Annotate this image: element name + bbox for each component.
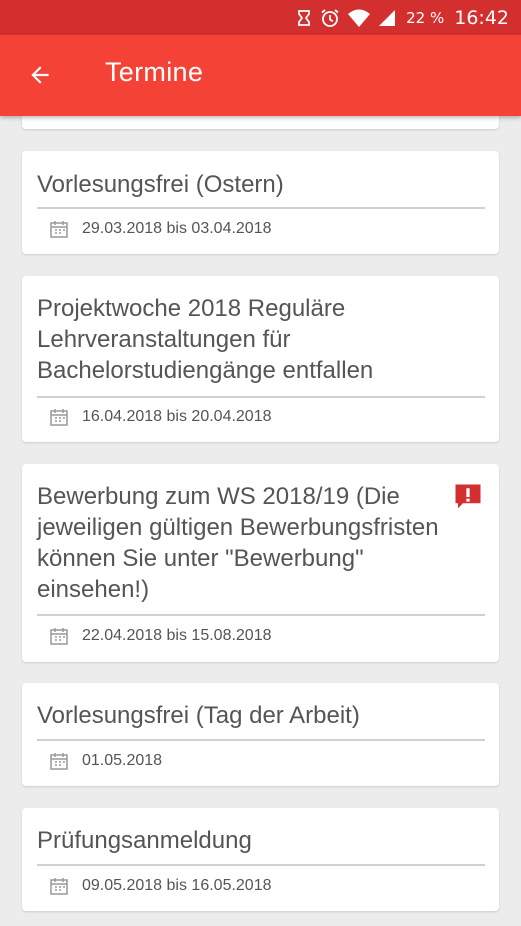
event-card[interactable]: Projektwoche 2018 Reguläre Lehrveranstal…: [22, 276, 499, 442]
calendar-icon: [50, 221, 68, 238]
event-date-text: 16.04.2018 bis 20.04.2018: [82, 408, 272, 425]
calendar-icon: [50, 753, 68, 770]
divider: [37, 864, 485, 866]
event-date-text: 29.03.2018 bis 03.04.2018: [82, 220, 272, 237]
divider: [37, 207, 485, 209]
event-card[interactable]: Prüfungsanmeldung 09.05.2018 bis 16.05.2…: [22, 808, 499, 911]
alarm-icon: [320, 8, 340, 28]
event-date-text: 22.04.2018 bis 15.08.2018: [82, 627, 272, 644]
status-time: 16:42: [454, 6, 509, 29]
status-bar: 22 % 16:42: [0, 0, 521, 35]
important-alert-icon[interactable]: [453, 482, 483, 512]
sync-icon: [295, 9, 313, 27]
event-title: Bewerbung zum WS 2018/19 (Die jeweiligen…: [37, 483, 439, 603]
signal-icon: [378, 9, 396, 27]
battery-level: 22 %: [406, 8, 445, 27]
event-date-text: 09.05.2018 bis 16.05.2018: [82, 877, 272, 894]
event-card[interactable]: Vorlesungsfrei (Ostern) 29.03.2018 bis 0…: [22, 151, 499, 254]
wifi-icon: [347, 8, 371, 28]
calendar-icon: [50, 409, 68, 426]
back-button[interactable]: [24, 59, 56, 91]
calendar-icon: [50, 878, 68, 895]
divider: [37, 396, 485, 398]
divider: [37, 614, 485, 616]
event-date: 01.05.2018: [49, 749, 162, 773]
event-card[interactable]: Vorlesungsfrei (Tag der Arbeit) 01.05.20…: [22, 683, 499, 786]
event-date: 22.04.2018 bis 15.08.2018: [49, 624, 272, 648]
divider: [37, 739, 485, 741]
event-list[interactable]: Vorlesungsfrei (Ostern) 29.03.2018 bis 0…: [0, 116, 521, 926]
page-title: Termine: [105, 57, 204, 87]
event-title: Vorlesungsfrei (Ostern): [37, 171, 284, 198]
arrow-back-icon: [31, 66, 49, 84]
event-date: 09.05.2018 bis 16.05.2018: [49, 874, 272, 898]
calendar-icon: [50, 628, 68, 645]
event-date: 16.04.2018 bis 20.04.2018: [49, 405, 272, 429]
app-bar: Termine: [0, 35, 521, 116]
event-card-important[interactable]: Bewerbung zum WS 2018/19 (Die jeweiligen…: [22, 464, 499, 662]
event-title: Prüfungsanmeldung: [37, 827, 252, 854]
event-title: Vorlesungsfrei (Tag der Arbeit): [37, 702, 360, 729]
event-title: Projektwoche 2018 Reguläre Lehrveranstal…: [37, 295, 374, 384]
event-date: 29.03.2018 bis 03.04.2018: [49, 217, 272, 241]
event-date-text: 01.05.2018: [82, 752, 163, 769]
event-card[interactable]: [22, 116, 499, 129]
